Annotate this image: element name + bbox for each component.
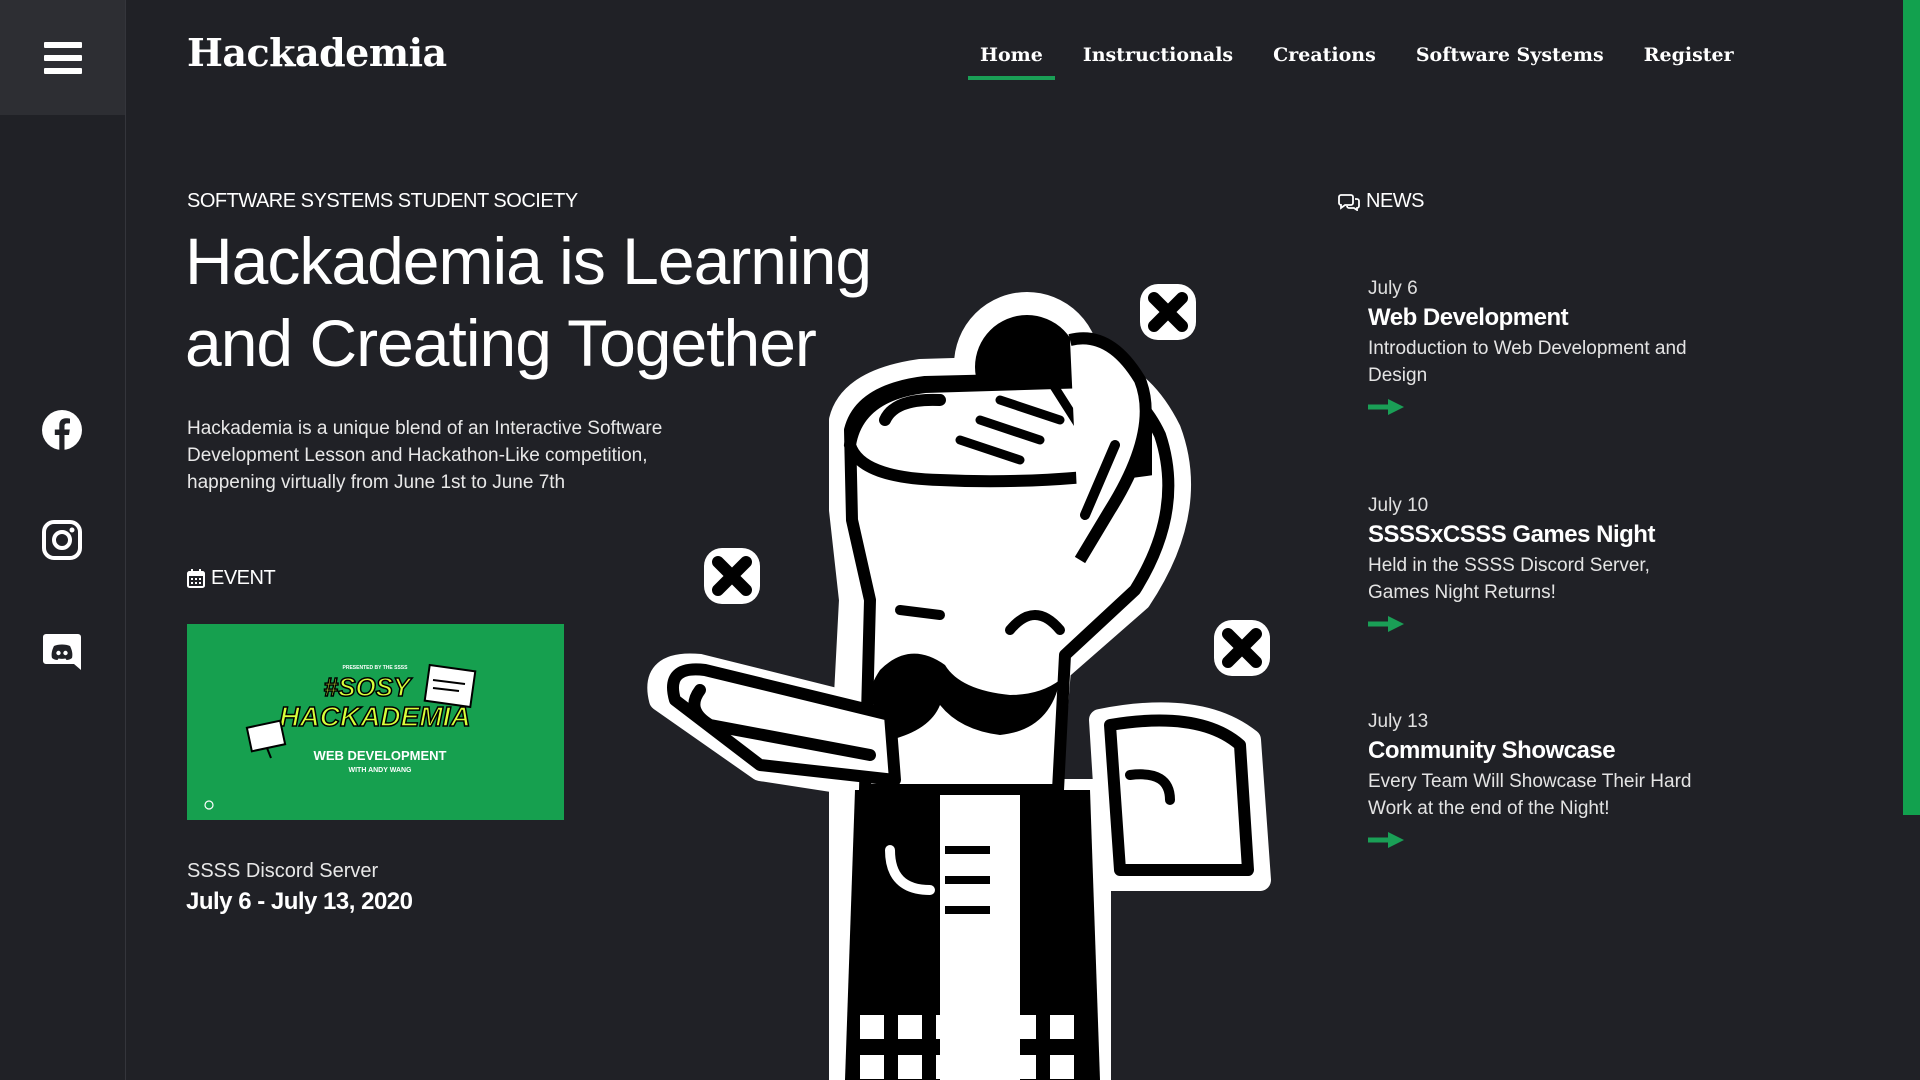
scrollbar[interactable]: [1903, 0, 1920, 815]
news-description: Introduction to Web Development and Desi…: [1368, 338, 1687, 386]
hero-title-line1: Hackademia is Learning: [185, 224, 872, 298]
event-banner-art: PRESENTED BY THE SSSS #SOSY HACKADEMIA W…: [187, 624, 564, 820]
banner-tag2: HACKADEMIA: [279, 701, 470, 732]
arrow-right-icon[interactable]: [1368, 399, 1404, 415]
instagram-link[interactable]: [40, 518, 84, 562]
nav-register[interactable]: Register: [1624, 42, 1754, 82]
facebook-link[interactable]: [40, 408, 84, 452]
arrow-right-icon[interactable]: [1368, 832, 1404, 848]
hero-title: Hackademia is Learning and Creating Toge…: [185, 220, 885, 384]
main-nav: Home Instructionals Creations Software S…: [960, 42, 1754, 82]
comments-icon: [1338, 193, 1360, 211]
event-date: July 6 - July 13, 2020: [186, 888, 413, 915]
news-title[interactable]: Community Showcase: [1368, 737, 1698, 765]
nav-creations[interactable]: Creations: [1253, 42, 1396, 82]
news-description: Held in the SSSS Discord Server, Games N…: [1368, 555, 1650, 603]
news-description: Every Team Will Showcase Their Hard Work…: [1368, 771, 1692, 819]
hamburger-icon: [43, 41, 82, 74]
hero-title-line2: and Creating Together: [185, 306, 817, 380]
nav-home[interactable]: Home: [960, 42, 1063, 82]
news-date: July 6: [1368, 278, 1418, 299]
arrow-right-icon[interactable]: [1368, 616, 1404, 632]
calendar-icon: [187, 569, 205, 588]
news-date: July 13: [1368, 711, 1429, 732]
site-logo[interactable]: Hackademia: [187, 30, 447, 75]
news-title[interactable]: Web Development: [1368, 304, 1698, 332]
hero-kicker: SOFTWARE SYSTEMS STUDENT SOCIETY: [187, 190, 578, 212]
news-item: July 10 SSSSxCSSS Games Night Held in th…: [1368, 495, 1698, 632]
mascot-illustration: [647, 284, 1271, 1080]
banner-with: WITH ANDY WANG: [349, 767, 413, 774]
sidebar: [0, 0, 126, 1080]
event-banner[interactable]: PRESENTED BY THE SSSS #SOSY HACKADEMIA W…: [187, 624, 564, 820]
event-heading-label: EVENT: [211, 567, 276, 589]
discord-icon: [43, 634, 81, 670]
news-heading: NEWS: [1338, 190, 1425, 213]
instagram-icon: [42, 520, 82, 560]
news-title[interactable]: SSSSxCSSS Games Night: [1368, 521, 1698, 549]
browser-window-icon: [423, 663, 477, 709]
nav-instructionals[interactable]: Instructionals: [1063, 42, 1253, 82]
news-item: July 6 Web Development Introduction to W…: [1368, 278, 1698, 415]
menu-button[interactable]: [0, 0, 125, 115]
news-date: July 10: [1368, 495, 1429, 516]
banner-presented: PRESENTED BY THE SSSS: [343, 665, 409, 671]
event-heading: EVENT: [187, 567, 276, 590]
facebook-icon: [42, 410, 82, 450]
nav-software-systems[interactable]: Software Systems: [1396, 42, 1624, 82]
banner-subtitle: WEB DEVELOPMENT: [314, 748, 447, 763]
news-item: July 13 Community Showcase Every Team Wi…: [1368, 711, 1698, 848]
hero-description: Hackademia is a unique blend of an Inter…: [187, 418, 663, 493]
banner-tag1: #SOSY: [324, 672, 413, 702]
news-heading-label: NEWS: [1366, 190, 1425, 212]
event-location: SSSS Discord Server: [187, 860, 379, 882]
discord-link[interactable]: [40, 630, 84, 674]
